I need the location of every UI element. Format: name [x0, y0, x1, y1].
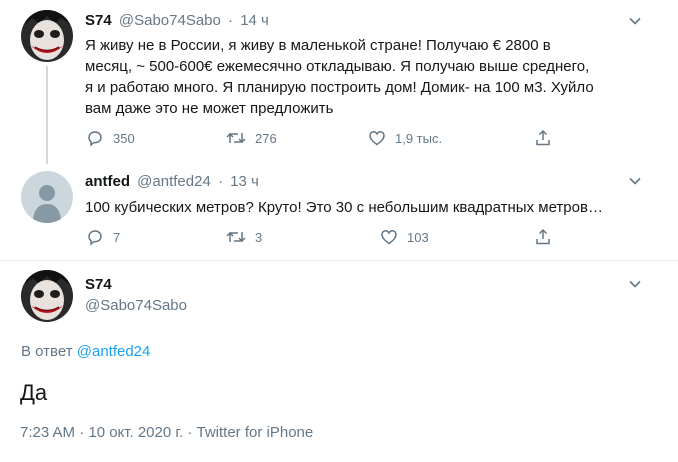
- joker-avatar[interactable]: [21, 10, 73, 62]
- tweet-text-line: вам даже это не может предложить: [85, 100, 334, 117]
- tweet-text-line: месяц, ~ 500-600€ ежемесячно откладываю.…: [85, 58, 590, 75]
- tweet-time[interactable]: 13 ч: [230, 173, 259, 190]
- share-button[interactable]: [533, 227, 561, 247]
- share-icon: [536, 129, 550, 146]
- like-button[interactable]: 103: [379, 227, 429, 247]
- separator-dot: ·: [228, 12, 234, 29]
- reply-count: 350: [113, 130, 135, 146]
- share-icon: [536, 228, 550, 245]
- reply-button[interactable]: 350: [85, 128, 135, 148]
- share-button[interactable]: [533, 128, 561, 148]
- tweet-header: S74 @Sabo74Sabo · 14 ч: [85, 12, 269, 29]
- retweet-count: 276: [255, 130, 277, 146]
- retweet-count: 3: [255, 229, 263, 245]
- tweet-3-focused: S74 @Sabo74Sabo В ответ @antfed24 Да 7:2…: [0, 261, 678, 462]
- chevron-down-icon[interactable]: [626, 172, 644, 190]
- like-icon: [369, 131, 385, 146]
- author-handle[interactable]: @Sabo74Sabo: [119, 12, 221, 29]
- chevron-down-icon[interactable]: [626, 12, 644, 30]
- author-handle[interactable]: @antfed24: [137, 173, 211, 190]
- thread-line: [46, 66, 48, 164]
- reply-icon: [88, 230, 102, 246]
- tweet-actions: 350 276 1,9 тыс.: [85, 128, 565, 150]
- author-name[interactable]: S74: [85, 276, 112, 293]
- like-button[interactable]: 1,9 тыс.: [367, 128, 442, 148]
- replying-to-link[interactable]: @antfed24: [77, 343, 151, 360]
- like-count: 1,9 тыс.: [395, 130, 443, 146]
- like-count: 103: [407, 229, 429, 245]
- tweet-header: antfed @antfed24 · 13 ч: [85, 173, 259, 190]
- tweet-text-line: я и работаю много. Я планирую построить …: [85, 79, 594, 96]
- tweet-2[interactable]: antfed @antfed24 · 13 ч 100 кубических м…: [0, 165, 678, 260]
- author-handle[interactable]: @Sabo74Sabo: [85, 297, 187, 314]
- tweet-meta: 7:23 AM · 10 окт. 2020 г. · Twitter for …: [20, 424, 314, 441]
- chevron-down-icon[interactable]: [626, 275, 644, 293]
- tweet-1[interactable]: S74 @Sabo74Sabo · 14 ч Я живу не в Росси…: [0, 0, 678, 164]
- retweet-button[interactable]: 3: [225, 227, 262, 247]
- reply-count: 7: [113, 229, 121, 245]
- separator-dot: ·: [217, 173, 223, 190]
- replying-to: В ответ @antfed24: [21, 343, 150, 360]
- author-name[interactable]: S74: [85, 12, 112, 29]
- reply-icon: [88, 131, 102, 147]
- tweet-text: Я живу не в России, я живу в маленькой с…: [85, 35, 670, 119]
- tweet-time[interactable]: 14 ч: [240, 12, 269, 29]
- tweet-text-line: Я живу не в России, я живу в маленькой с…: [85, 37, 551, 54]
- tweet-actions: 7 3 103: [85, 227, 565, 249]
- tweet-text: Да: [20, 380, 48, 405]
- like-icon: [381, 230, 397, 245]
- retweet-icon: [226, 132, 246, 144]
- author-name[interactable]: antfed: [85, 173, 130, 190]
- default-avatar[interactable]: [21, 171, 73, 223]
- replying-prefix: В ответ: [21, 343, 73, 360]
- retweet-button[interactable]: 276: [225, 128, 277, 148]
- reply-button[interactable]: 7: [85, 227, 120, 247]
- joker-avatar[interactable]: [21, 270, 73, 322]
- tweet-text: 100 кубических метров? Круто! Это 30 с н…: [85, 199, 603, 216]
- retweet-icon: [226, 231, 246, 243]
